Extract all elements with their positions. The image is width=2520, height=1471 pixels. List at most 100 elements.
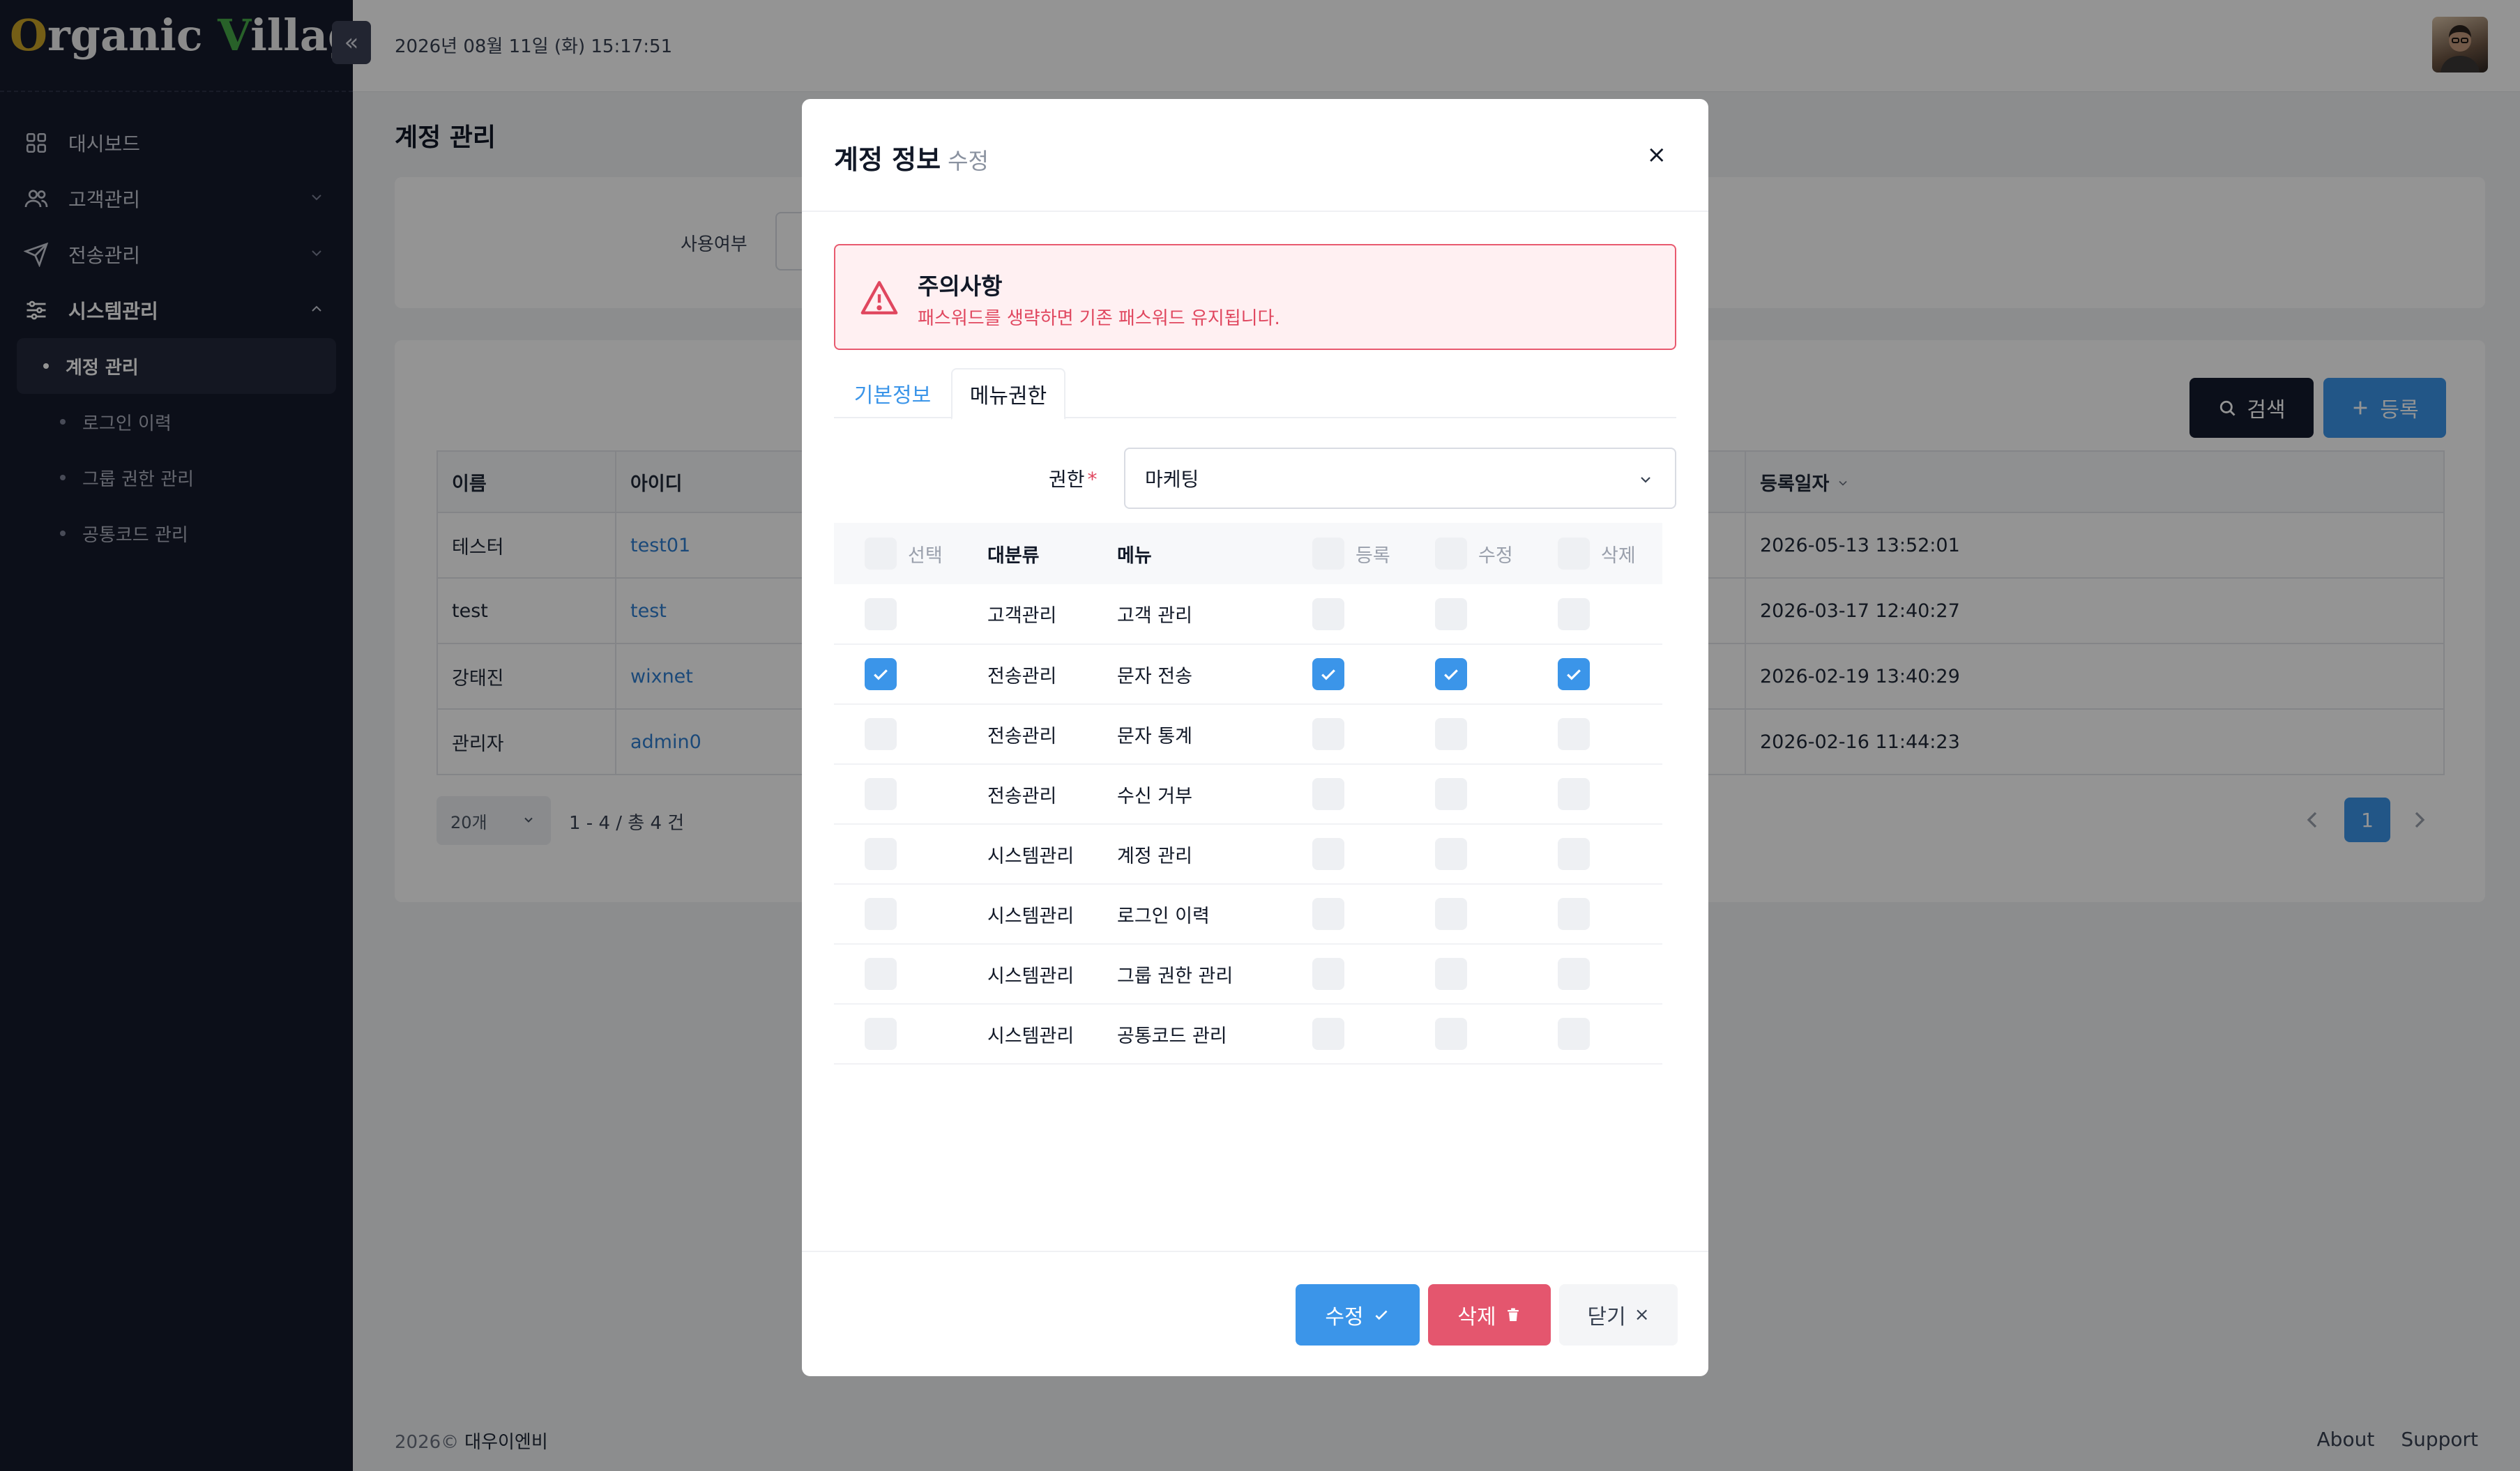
cell-menu: 계정 관리	[1117, 824, 1282, 885]
modal-header: 계정 정보 수정 ×	[802, 99, 1708, 212]
cell-register	[1282, 584, 1404, 645]
delete-button[interactable]: 삭제	[1428, 1284, 1551, 1346]
cell-select	[834, 764, 987, 825]
register-checkbox[interactable]	[1312, 958, 1344, 990]
cell-menu: 수신 거부	[1117, 764, 1282, 825]
modify-checkbox[interactable]	[1435, 838, 1467, 870]
alert-title: 주의사항	[918, 273, 1003, 300]
permission-label: 권한 *	[1049, 464, 1098, 492]
modify-checkbox[interactable]	[1435, 658, 1467, 690]
cell-menu: 그룹 권한 관리	[1117, 944, 1282, 1005]
register-all-checkbox[interactable]	[1312, 538, 1344, 570]
row-select-checkbox[interactable]	[865, 958, 897, 990]
modal-title: 계정 정보 수정	[834, 138, 989, 176]
header-select-label: 선택	[908, 544, 943, 567]
header-register: 등록	[1282, 523, 1404, 584]
chevron-down-icon	[1641, 477, 1650, 483]
edit-button[interactable]: 수정	[1296, 1284, 1420, 1346]
header-category: 대분류	[987, 523, 1117, 584]
row-select-checkbox[interactable]	[865, 838, 897, 870]
modify-all-checkbox[interactable]	[1435, 538, 1467, 570]
register-checkbox[interactable]	[1312, 898, 1344, 930]
delete-checkbox[interactable]	[1558, 597, 1590, 630]
cell-category: 시스템관리	[987, 884, 1117, 945]
header-menu: 메뉴	[1117, 523, 1282, 584]
permission-row[interactable]: 시스템관리 공통코드 관리	[834, 1004, 1662, 1065]
permission-row[interactable]: 시스템관리 로그인 이력	[834, 884, 1662, 945]
cell-delete	[1527, 644, 1662, 705]
cell-delete	[1527, 944, 1662, 1005]
select-all-checkbox[interactable]	[865, 538, 897, 570]
modify-checkbox[interactable]	[1435, 778, 1467, 810]
cell-delete	[1527, 824, 1662, 885]
cell-register	[1282, 1004, 1404, 1065]
tab-basic-info[interactable]: 기본정보	[834, 368, 951, 418]
permission-row[interactable]: 고객관리 고객 관리	[834, 584, 1662, 645]
cell-select	[834, 644, 987, 705]
delete-checkbox[interactable]	[1558, 718, 1590, 750]
trash-icon	[1507, 1308, 1519, 1321]
modify-checkbox[interactable]	[1435, 1018, 1467, 1050]
row-select-checkbox[interactable]	[865, 898, 897, 930]
permission-row[interactable]: 전송관리 수신 거부	[834, 764, 1662, 825]
permission-row[interactable]: 전송관리 문자 통계	[834, 704, 1662, 765]
delete-checkbox[interactable]	[1558, 898, 1590, 930]
permission-label-text: 권한	[1049, 468, 1085, 491]
row-select-checkbox[interactable]	[865, 1018, 897, 1050]
modal-subtitle: 수정	[948, 148, 989, 174]
delete-checkbox[interactable]	[1558, 658, 1590, 690]
row-select-checkbox[interactable]	[865, 658, 897, 690]
permission-row[interactable]: 전송관리 문자 전송	[834, 644, 1662, 705]
cell-delete	[1527, 884, 1662, 945]
delete-checkbox[interactable]	[1558, 1018, 1590, 1050]
register-checkbox[interactable]	[1312, 718, 1344, 750]
cell-register	[1282, 644, 1404, 705]
menu-permission-table: 선택 대분류 메뉴 등록 수정 삭제 고객관리 고객 관리 전송관리 문자 전송 전송관…	[834, 523, 1662, 1065]
cell-select	[834, 824, 987, 885]
cell-menu: 로그인 이력	[1117, 884, 1282, 945]
edit-button-label: 수정	[1325, 1305, 1364, 1329]
modal-title-text: 계정 정보	[834, 144, 941, 175]
delete-checkbox[interactable]	[1558, 838, 1590, 870]
modify-checkbox[interactable]	[1435, 597, 1467, 630]
modify-checkbox[interactable]	[1435, 958, 1467, 990]
register-checkbox[interactable]	[1312, 597, 1344, 630]
cell-menu: 문자 통계	[1117, 704, 1282, 765]
modify-checkbox[interactable]	[1435, 718, 1467, 750]
cell-modify	[1404, 644, 1527, 705]
header-select: 선택	[834, 523, 987, 584]
row-select-checkbox[interactable]	[865, 597, 897, 630]
cell-select	[834, 1004, 987, 1065]
row-select-checkbox[interactable]	[865, 718, 897, 750]
permission-select-value: 마케팅	[1145, 468, 1199, 491]
permission-row[interactable]: 시스템관리 계정 관리	[834, 824, 1662, 885]
delete-button-label: 삭제	[1457, 1305, 1496, 1329]
cell-category: 전송관리	[987, 764, 1117, 825]
close-button-label: 닫기	[1587, 1305, 1626, 1329]
cell-register	[1282, 824, 1404, 885]
cell-delete	[1527, 704, 1662, 765]
register-checkbox[interactable]	[1312, 778, 1344, 810]
modify-checkbox[interactable]	[1435, 898, 1467, 930]
close-button[interactable]: 닫기 ×	[1559, 1284, 1678, 1346]
register-checkbox[interactable]	[1312, 658, 1344, 690]
register-checkbox[interactable]	[1312, 1018, 1344, 1050]
delete-checkbox[interactable]	[1558, 958, 1590, 990]
cell-category: 시스템관리	[987, 824, 1117, 885]
header-modify: 수정	[1404, 523, 1527, 584]
delete-checkbox[interactable]	[1558, 778, 1590, 810]
cell-category: 시스템관리	[987, 944, 1117, 1005]
permission-select[interactable]: 마케팅	[1124, 448, 1676, 509]
cell-register	[1282, 764, 1404, 825]
cell-modify	[1404, 1004, 1527, 1065]
delete-all-checkbox[interactable]	[1558, 538, 1590, 570]
register-checkbox[interactable]	[1312, 838, 1344, 870]
permission-row[interactable]: 시스템관리 그룹 권한 관리	[834, 944, 1662, 1005]
tab-menu-permissions[interactable]: 메뉴권한	[951, 368, 1065, 420]
alert-text: 패스워드를 생략하면 기존 패스워드 유지됩니다.	[918, 308, 1280, 329]
close-icon[interactable]: ×	[1647, 141, 1667, 169]
row-select-checkbox[interactable]	[865, 778, 897, 810]
cell-category: 전송관리	[987, 704, 1117, 765]
cell-delete	[1527, 584, 1662, 645]
cell-modify	[1404, 704, 1527, 765]
